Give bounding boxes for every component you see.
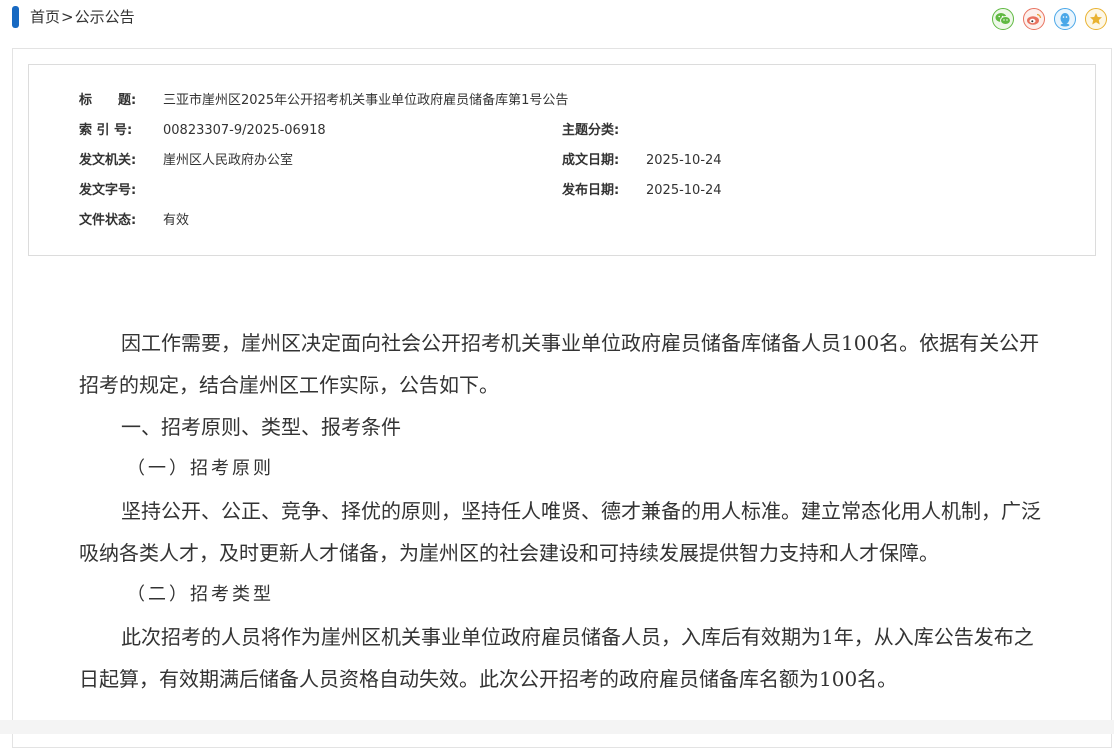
issuer-value: 崖州区人民政府办公室 <box>163 153 294 168</box>
topic-label: 主题分类: <box>562 123 620 138</box>
weibo-icon <box>1027 13 1042 25</box>
wechat-share-button[interactable] <box>992 8 1014 30</box>
subsection-heading-types: （二）招考类型 <box>127 584 274 605</box>
favorite-icon <box>1090 13 1102 25</box>
title-value: 三亚市崖州区2025年公开招考机关事业单位政府雇员储备库第1号公告 <box>163 93 569 108</box>
document-metadata-box: 标 题: 三亚市崖州区2025年公开招考机关事业单位政府雇员储备库第1号公告 索… <box>28 64 1096 256</box>
breadcrumb: 首页>公示公告 <box>30 6 135 28</box>
breadcrumb-separator: > <box>61 8 74 26</box>
paragraph-types: 此次招考的人员将作为崖州区机关事业单位政府雇员储备人员，入库后有效期为1年，从入… <box>79 625 1034 691</box>
subsection-heading-principles: （一）招考原则 <box>127 458 274 479</box>
written-date-value: 2025-10-24 <box>646 153 722 168</box>
document-number-label: 发文字号: <box>79 183 137 198</box>
article-body: 因工作需要，崖州区决定面向社会公开招考机关事业单位政府雇员储备库储备人员100名… <box>79 322 1049 700</box>
status-value: 有效 <box>163 213 190 228</box>
status-label: 文件状态: <box>79 213 137 228</box>
publish-date-value: 2025-10-24 <box>646 183 722 198</box>
favorite-button[interactable] <box>1085 8 1107 30</box>
issuer-label: 发文机关: <box>79 153 137 168</box>
title-label: 标 题: <box>79 93 137 108</box>
index-value: 00823307-9/2025-06918 <box>163 123 326 138</box>
breadcrumb-marker <box>12 6 19 28</box>
top-bar: 首页>公示公告 <box>0 0 1114 36</box>
written-date-label: 成文日期: <box>562 153 620 168</box>
breadcrumb-current-link[interactable]: 公示公告 <box>75 8 135 26</box>
qq-icon <box>1060 12 1070 26</box>
index-label: 索 引 号: <box>79 123 133 138</box>
qq-share-button[interactable] <box>1054 8 1076 30</box>
paragraph-principles: 坚持公开、公正、竞争、择优的原则，坚持任人唯贤、德才兼备的用人标准。建立常态化用… <box>79 499 1041 565</box>
horizontal-scrollbar-track[interactable] <box>0 720 1114 734</box>
weibo-share-button[interactable] <box>1023 8 1045 30</box>
share-bar <box>983 8 1107 32</box>
breadcrumb-home-link[interactable]: 首页 <box>30 8 60 26</box>
section-heading: 一、招考原则、类型、报考条件 <box>121 415 401 439</box>
publish-date-label: 发布日期: <box>562 183 620 198</box>
paragraph-intro: 因工作需要，崖州区决定面向社会公开招考机关事业单位政府雇员储备库储备人员100名… <box>79 331 1040 397</box>
wechat-icon <box>995 13 1011 25</box>
